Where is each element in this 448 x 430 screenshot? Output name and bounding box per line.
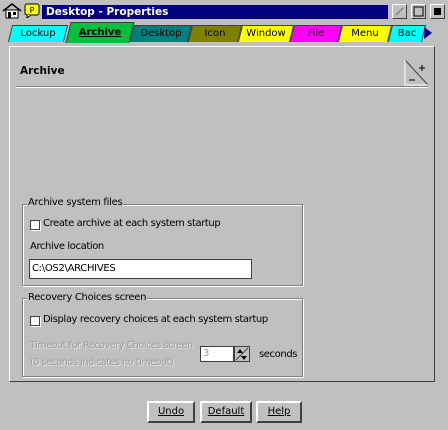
spin-arrows-icon[interactable]	[234, 346, 250, 362]
restore-icon	[413, 6, 424, 17]
create-archive-checkbox[interactable]	[30, 220, 40, 230]
archive-location-label: Archive location	[30, 241, 104, 252]
tab-label: Bac	[397, 28, 417, 39]
tab-label: Lockup	[20, 28, 56, 39]
default-button-label: Default	[207, 406, 245, 417]
help-button[interactable]: Help	[256, 401, 302, 423]
default-button[interactable]: Default	[200, 401, 252, 423]
tab-label: Icon	[204, 28, 226, 39]
create-archive-label: Create archive at each system startup	[43, 218, 221, 229]
tab-label: Window	[246, 28, 286, 39]
properties-icon: P	[24, 3, 40, 18]
tab-file[interactable]: File	[289, 25, 343, 42]
timeout-label: Timeout for Recovery Choices screen	[30, 340, 193, 351]
tab-background[interactable]: Bac	[387, 25, 427, 42]
archive-group-label: Archive system files	[27, 197, 124, 208]
tab-menu[interactable]: Menu	[337, 25, 393, 42]
maximize-button[interactable]	[430, 4, 445, 19]
tab-label: Desktop	[140, 28, 182, 39]
timeout-spinbutton[interactable]: 3	[200, 346, 234, 362]
page-turn-icon[interactable]	[404, 58, 430, 86]
minimize-button[interactable]	[392, 4, 407, 19]
system-menu-icon[interactable]	[2, 3, 22, 19]
tab-window[interactable]: Window	[237, 25, 295, 42]
maximize-icon	[434, 8, 441, 15]
tab-label: File	[307, 28, 325, 39]
recovery-group-label: Recovery Choices screen	[27, 292, 148, 303]
tab-icon[interactable]: Icon	[187, 25, 243, 42]
svg-text:P: P	[30, 6, 35, 15]
tab-archive[interactable]: Archive	[65, 22, 135, 43]
timeout-hint: (0 seconds indicates no timeout)	[30, 357, 174, 368]
undo-button[interactable]: Undo	[147, 401, 195, 423]
tab-lockup[interactable]: Lockup	[7, 25, 69, 42]
display-recovery-label: Display recovery choices at each system …	[43, 314, 268, 325]
archive-location-input[interactable]: C:\OS2\ARCHIVES	[29, 259, 252, 279]
page-title-divider	[16, 86, 428, 88]
restore-button[interactable]	[411, 4, 426, 19]
window-title: Desktop - Properties	[42, 5, 388, 19]
tab-desktop[interactable]: Desktop	[129, 25, 193, 42]
tab-scroll-right-icon[interactable]	[422, 26, 434, 40]
tab-label: Archive	[78, 27, 122, 38]
seconds-label: seconds	[259, 349, 298, 360]
minimize-icon	[395, 7, 404, 16]
page-title: Archive	[20, 65, 65, 77]
notebook-tabs: Lockup Desktop Icon Window File Menu Bac…	[2, 22, 446, 44]
display-recovery-checkbox[interactable]	[30, 316, 40, 326]
help-button-label: Help	[267, 406, 291, 417]
undo-button-label: Undo	[157, 406, 185, 417]
tab-label: Menu	[351, 28, 379, 39]
